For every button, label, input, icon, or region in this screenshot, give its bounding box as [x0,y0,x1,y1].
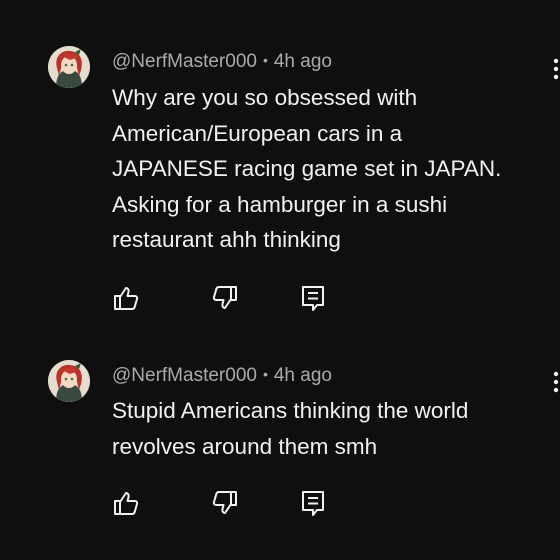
reply-button[interactable] [298,488,328,518]
comment-menu-button[interactable] [546,57,560,85]
dislike-button[interactable] [210,488,240,518]
comment-line: Stupid Americans thinking the world [112,398,469,423]
avatar[interactable] [48,46,90,88]
thumbs-up-icon [114,287,139,310]
separator-dot: • [262,52,268,68]
avatar-image [48,46,90,88]
avatar-image [48,360,90,402]
reply-button[interactable] [298,283,328,313]
comment-line: revolves around them smh [112,433,378,459]
thumbs-down-icon [212,286,237,309]
like-button[interactable] [111,488,141,518]
comment-timestamp[interactable]: 4h ago [274,51,332,72]
like-button[interactable] [111,283,141,313]
comment-text: Stupid Americans thinking the world revo… [112,393,542,464]
comment-line: Asking for a hamburger in a sushi [112,191,448,217]
comment-timestamp[interactable]: 4h ago [274,365,332,386]
dislike-button[interactable] [210,283,240,313]
reply-icon [302,491,324,516]
comment-header: @NerfMaster000 • 4h ago [112,365,332,387]
comment-line: restaurant ahh thinking [112,227,341,252]
comment-line: American/European cars in a [112,120,403,146]
reply-icon [302,286,324,311]
more-vertical-icon [553,371,559,393]
comment-menu-button[interactable] [546,370,560,398]
more-vertical-icon [553,58,559,80]
comment-username[interactable]: @NerfMaster000 [112,365,257,386]
thumbs-up-icon [114,492,139,515]
comment-text: Why are you so obsessed with American/Eu… [112,80,542,258]
separator-dot: • [262,366,268,382]
comment-line: JAPANESE racing game set in JAPAN. [112,156,502,181]
comment-line: Why are you so obsessed with [112,85,418,110]
comment-username[interactable]: @NerfMaster000 [112,51,257,72]
avatar[interactable] [48,360,90,402]
comment-header: @NerfMaster000 • 4h ago [112,51,332,73]
thumbs-down-icon [212,491,237,514]
